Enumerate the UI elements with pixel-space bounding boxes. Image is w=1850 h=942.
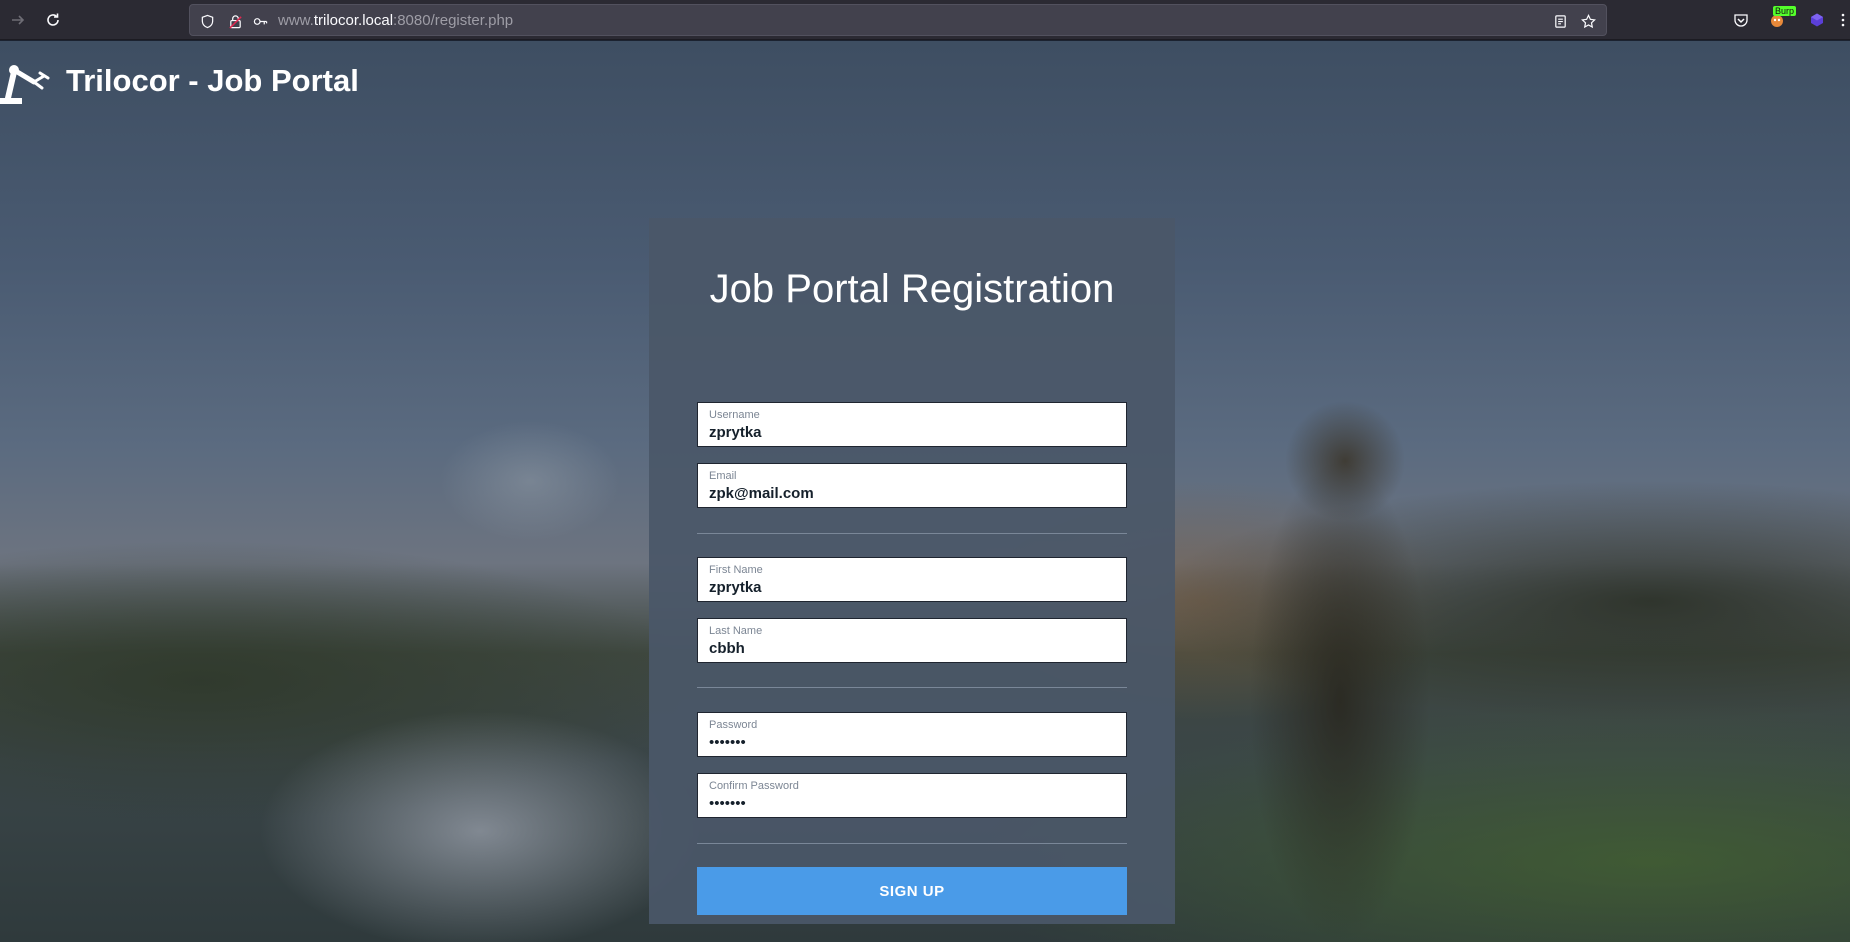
first-name-label: First Name — [709, 564, 763, 576]
forward-icon[interactable] — [6, 8, 30, 32]
username-label: Username — [709, 409, 760, 421]
section-divider — [697, 843, 1127, 844]
url-bar[interactable]: www.trilocor.local:8080/register.php — [189, 4, 1607, 36]
star-icon[interactable] — [1579, 12, 1597, 30]
section-divider — [697, 687, 1127, 688]
reader-view-icon[interactable] — [1551, 12, 1569, 30]
email-field[interactable]: Email — [697, 463, 1127, 508]
extension-cube-icon[interactable] — [1806, 9, 1828, 31]
burp-badge: Burp — [1773, 6, 1797, 16]
confirm-password-field[interactable]: Confirm Password ••••••• — [697, 773, 1127, 818]
last-name-field[interactable]: Last Name — [697, 618, 1127, 663]
username-field[interactable]: Username — [697, 402, 1127, 447]
key-icon[interactable] — [251, 12, 269, 30]
last-name-label: Last Name — [709, 625, 763, 637]
section-divider — [697, 533, 1127, 534]
password-input[interactable]: ••••••• — [709, 733, 746, 753]
browser-toolbar: www.trilocor.local:8080/register.php Bur… — [0, 0, 1850, 40]
email-label: Email — [709, 470, 737, 482]
robot-arm-icon[interactable] — [0, 54, 52, 106]
password-field[interactable]: Password ••••••• — [697, 712, 1127, 757]
reload-icon[interactable] — [41, 8, 65, 32]
site-title[interactable]: Trilocor - Job Portal — [66, 61, 359, 101]
page-background: Trilocor - Job Portal Job Portal Registr… — [0, 41, 1850, 942]
first-name-field[interactable]: First Name — [697, 557, 1127, 602]
confirm-password-input[interactable]: ••••••• — [709, 794, 746, 814]
confirm-password-label: Confirm Password — [709, 780, 799, 792]
first-name-input[interactable] — [709, 578, 1109, 598]
registration-card: Job Portal Registration Username Email F… — [649, 218, 1175, 924]
username-input[interactable] — [709, 423, 1109, 443]
url-path: :8080/register.php — [393, 12, 514, 29]
lock-insecure-icon[interactable] — [226, 12, 244, 30]
overflow-menu-icon[interactable] — [1836, 9, 1850, 31]
last-name-input[interactable] — [709, 639, 1109, 659]
sign-up-button[interactable]: SIGN UP — [697, 867, 1127, 915]
email-input[interactable] — [709, 484, 1109, 504]
url-prefix: www. — [278, 12, 314, 29]
url-host: trilocor.local — [313, 12, 394, 29]
password-label: Password — [709, 719, 758, 731]
form-title: Job Portal Registration — [709, 267, 1115, 311]
pocket-icon[interactable] — [1730, 9, 1752, 31]
shield-icon[interactable] — [198, 12, 216, 30]
url-text[interactable]: www.trilocor.local:8080/register.php — [278, 12, 513, 30]
